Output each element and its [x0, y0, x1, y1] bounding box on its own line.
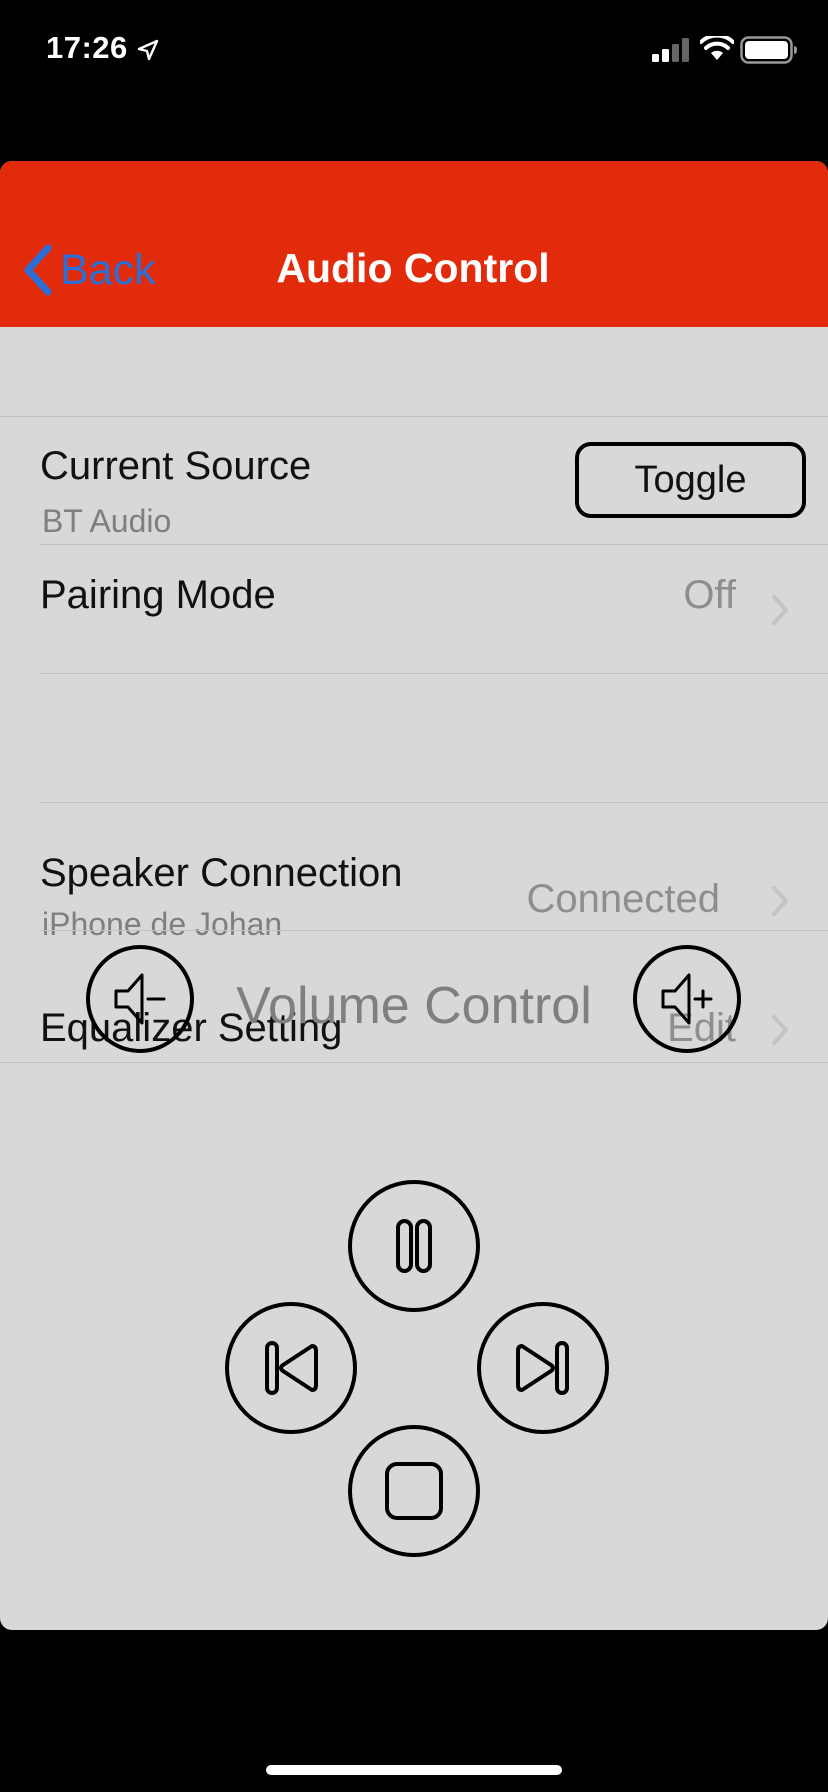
divider — [40, 930, 828, 931]
toggle-source-button[interactable]: Toggle — [575, 442, 806, 518]
current-source-title: Current Source — [40, 444, 312, 488]
home-indicator[interactable] — [266, 1765, 562, 1775]
pairing-mode-row[interactable]: Pairing Mode Off — [0, 545, 828, 674]
volume-up-button[interactable] — [633, 945, 741, 1053]
status-bar: 17:26 — [0, 0, 828, 100]
speaker-connection-row[interactable] — [0, 674, 828, 803]
battery-icon — [740, 36, 797, 64]
previous-track-button[interactable] — [225, 1302, 357, 1434]
next-track-icon — [516, 1341, 569, 1395]
navigation-bar: Back Audio Control — [0, 161, 828, 327]
location-arrow-icon — [137, 39, 159, 61]
chevron-right-icon — [772, 595, 788, 625]
audio-control-screen: Back Audio Control Current Source BT Aud… — [0, 161, 828, 1630]
stop-button[interactable] — [348, 1425, 480, 1557]
wifi-icon — [700, 36, 734, 60]
pairing-mode-title: Pairing Mode — [40, 573, 276, 617]
current-source-value: BT Audio — [42, 503, 172, 539]
previous-track-icon — [265, 1341, 318, 1395]
pairing-mode-value: Off — [683, 573, 736, 617]
section-header-spacer — [0, 327, 828, 417]
pause-button[interactable] — [348, 1180, 480, 1312]
next-track-button[interactable] — [477, 1302, 609, 1434]
stop-icon — [385, 1462, 443, 1520]
pause-icon — [396, 1219, 432, 1273]
equalizer-setting-row[interactable] — [0, 803, 828, 931]
page-title: Audio Control — [0, 245, 828, 292]
volume-up-icon — [661, 973, 713, 1025]
divider — [0, 1062, 828, 1063]
status-time: 17:26 — [46, 30, 128, 65]
signal-icon — [652, 38, 689, 62]
page-title-text: Audio Control — [276, 245, 550, 291]
